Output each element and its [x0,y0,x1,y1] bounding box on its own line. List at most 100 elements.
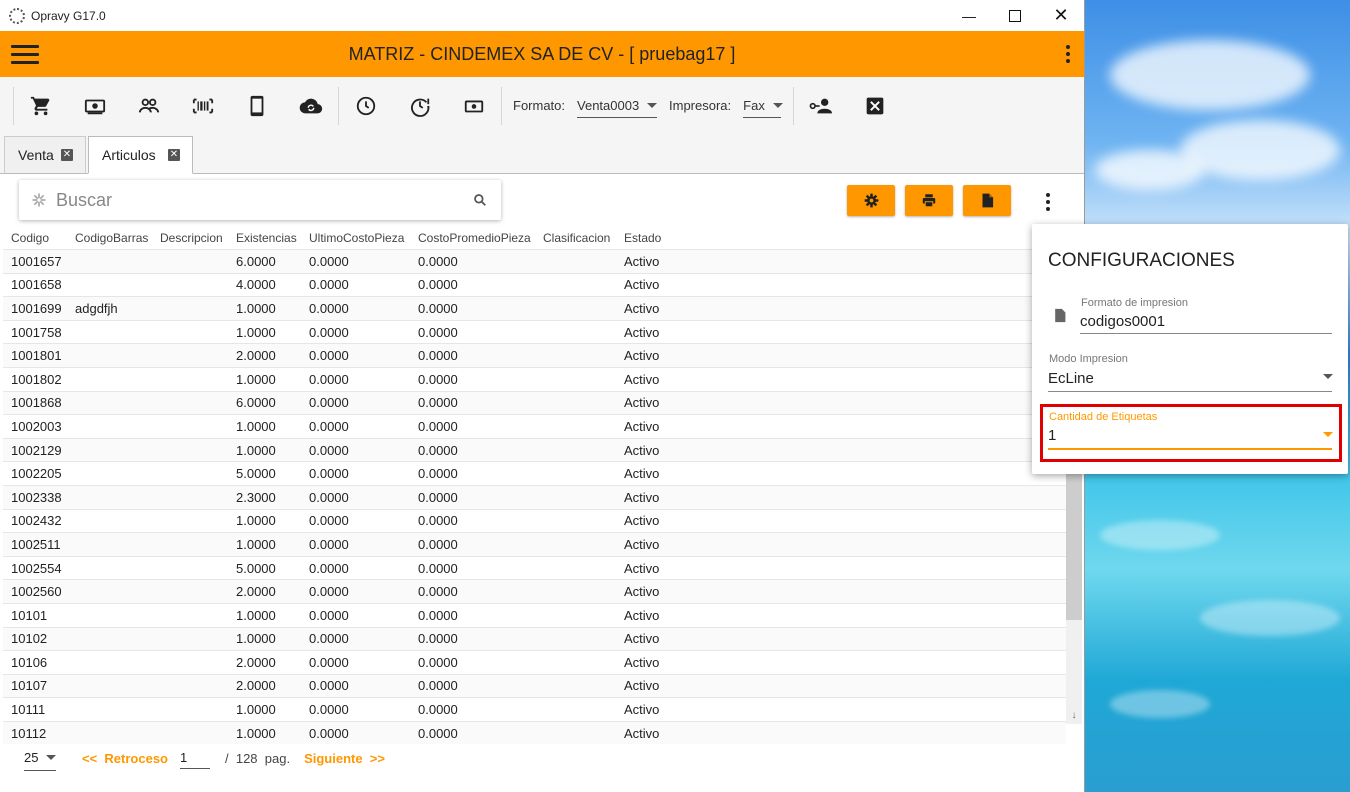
search-input[interactable] [54,188,448,212]
print-button[interactable] [905,185,953,216]
minimize-button[interactable]: — [946,0,992,31]
table-scrollbar[interactable]: ↓ [1066,462,1082,724]
column-header[interactable]: Estado [616,227,1066,250]
table-cell: 1002432 [3,508,67,533]
table-row[interactable]: 1002511 1.0000 0.0000 0.0000 Activo [3,532,1066,557]
table-row[interactable]: 1002432 1.0000 0.0000 0.0000 Activo [3,508,1066,533]
table-cell [535,484,616,510]
column-header[interactable]: Existencias [228,227,301,250]
table-cell [152,461,228,486]
table-row[interactable]: 1001802 1.0000 0.0000 0.0000 Activo [3,366,1066,392]
table-cell [67,508,152,533]
table-row[interactable]: 10101 1.0000 0.0000 0.0000 Activo [3,602,1066,627]
column-header[interactable]: Codigo [3,227,67,250]
tab-venta[interactable]: Venta ✕ [4,136,86,174]
table-row[interactable]: 1001758 1.0000 0.0000 0.0000 Activo [3,319,1066,344]
table-row[interactable]: 10111 1.0000 0.0000 0.0000 Activo [3,697,1066,722]
search-icon[interactable] [473,193,487,207]
next-page-link[interactable]: Siguiente >> [304,751,385,766]
table-cell [535,532,616,557]
formato-impresion-field[interactable]: codigos0001 [1080,313,1165,330]
window-titlebar[interactable]: Opravy G17.0 — ✕ [0,0,1084,31]
table-row[interactable]: 10106 2.0000 0.0000 0.0000 Activo [3,650,1066,675]
chevron-down-icon [647,102,658,108]
table-cell [67,390,152,415]
column-header[interactable]: Descripcion [152,227,228,250]
document-button[interactable] [963,185,1011,216]
tab-label: Venta [18,147,54,163]
table-row[interactable]: 1002205 5.0000 0.0000 0.0000 Activo [3,461,1066,486]
table-cell: 0.0000 [301,343,410,368]
table-row[interactable]: 10102 1.0000 0.0000 0.0000 Activo [3,626,1066,651]
table-cell: 1.0000 [228,319,301,344]
table-row[interactable]: 1001801 2.0000 0.0000 0.0000 Activo [3,343,1066,368]
page-number-value: 1 [180,750,188,765]
column-header[interactable]: CodigoBarras [67,227,152,250]
table-cell [535,602,616,627]
table-cell: 2.3000 [228,484,301,510]
money-icon [84,99,106,114]
page-number-input[interactable]: 1 [180,748,210,769]
close-button[interactable]: ✕ [1038,0,1084,31]
maximize-button[interactable] [992,0,1038,31]
impresora-label: Impresora: [669,98,732,113]
column-header[interactable]: UltimoCostoPieza [301,227,410,250]
gear-icon [864,193,878,208]
table-cell [535,697,616,722]
table-cell: 0.0000 [301,579,410,604]
close-tab-icon[interactable]: ✕ [61,149,73,161]
modo-impresion-select[interactable]: EcLine [1048,370,1094,387]
table-row[interactable]: 10107 2.0000 0.0000 0.0000 Activo [3,673,1066,698]
people-icon [138,98,160,113]
table-cell [152,697,228,722]
table-row[interactable]: 1002338 2.3000 0.0000 0.0000 Activo [3,484,1066,510]
table-row[interactable]: 1002560 2.0000 0.0000 0.0000 Activo [3,579,1066,604]
table-cell [67,697,152,722]
more-options-icon[interactable] [1046,193,1051,211]
cash-button[interactable] [68,86,122,126]
table-cell [67,272,152,297]
close-tab-icon[interactable]: ✕ [168,149,180,161]
table-cell: 10111 [3,697,67,722]
table-row[interactable]: 1002129 1.0000 0.0000 0.0000 Activo [3,437,1066,462]
table-row[interactable]: 1001658 4.0000 0.0000 0.0000 Activo [3,272,1066,297]
table-cell: 1002003 [3,414,67,439]
table-row[interactable]: 1002003 1.0000 0.0000 0.0000 Activo [3,414,1066,439]
tablet-button[interactable] [230,86,284,126]
cloud-sync-button[interactable] [284,86,338,126]
prev-page-link[interactable]: << Retroceso [82,751,168,766]
table-cell [535,579,616,604]
cart-button[interactable] [14,86,68,126]
table-cell: 0.0000 [410,602,535,627]
scroll-down-icon[interactable]: ↓ [1066,708,1082,724]
table-cell [535,650,616,675]
customers-button[interactable] [122,86,176,126]
table-row[interactable]: 1002554 5.0000 0.0000 0.0000 Activo [3,555,1066,580]
cash-register-button[interactable] [447,86,501,126]
scrollbar-thumb[interactable] [1066,462,1082,620]
exit-button[interactable] [848,86,902,126]
table-cell: 0.0000 [410,296,535,321]
impresora-select[interactable]: Fax [743,93,783,118]
column-header[interactable]: Clasificacion [535,227,616,250]
chevron-down-icon[interactable] [1323,374,1333,379]
table-cell: 10101 [3,602,67,627]
close-box-icon [866,97,884,114]
history-button[interactable] [339,86,393,126]
table-row[interactable]: 1001699 adgdfjh 1.0000 0.0000 0.0000 Activo [3,296,1066,321]
table-cell: Activo [616,579,1066,604]
table-cell: Activo [616,650,1066,675]
pending-button[interactable] [393,86,447,126]
user-switch-button[interactable] [794,86,848,126]
formato-select[interactable]: Venta0003 [577,93,658,118]
column-header[interactable]: CostoPromedioPieza [410,227,535,250]
settings-button[interactable] [847,185,895,216]
page-size-select[interactable]: 25 [24,746,57,771]
header-more-icon[interactable] [1066,45,1070,66]
barcode-button[interactable] [176,86,230,126]
table-cell: 0.0000 [410,508,535,533]
table-row[interactable]: 1001657 6.0000 0.0000 0.0000 Activo [3,249,1066,274]
tab-articulos[interactable]: Articulos ✕ [88,136,193,174]
table-row[interactable]: 1001868 6.0000 0.0000 0.0000 Activo [3,390,1066,415]
menu-hamburger-icon[interactable] [11,40,39,69]
